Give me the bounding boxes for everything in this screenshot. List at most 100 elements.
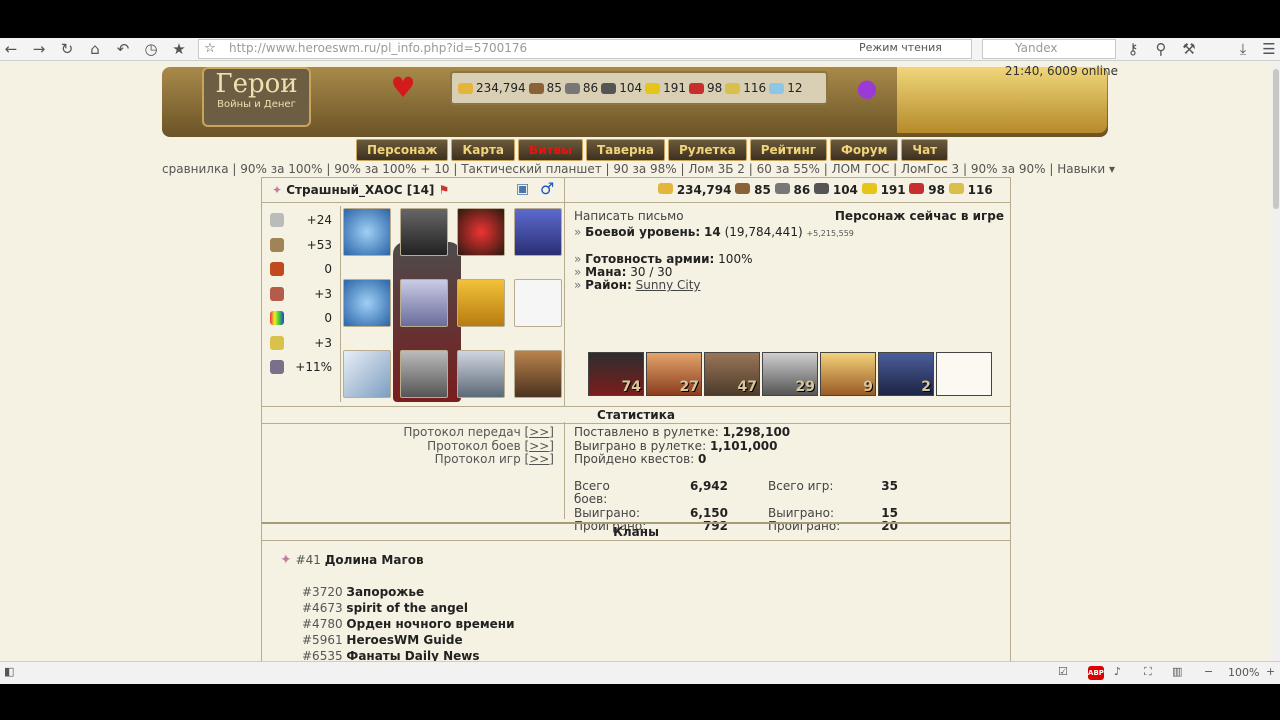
nav-forum[interactable]: Форум	[830, 139, 899, 161]
army-unit[interactable]: 9	[820, 352, 876, 396]
player-name[interactable]: Страшный_ХАОС	[286, 183, 402, 197]
scroll-thumb[interactable]	[1273, 69, 1279, 209]
boots-slot[interactable]	[400, 350, 448, 398]
undo-icon[interactable]: ↶	[114, 40, 132, 58]
quick-links[interactable]: сравнилка | 90% за 100% | 90% за 100% + …	[162, 162, 1122, 176]
nav-battles[interactable]: Битвы	[518, 139, 583, 161]
player-info: Написать письмо Персонаж сейчас в игре »…	[574, 210, 1004, 292]
scroll-icon[interactable]: ▣	[516, 181, 529, 197]
game-logo[interactable]: Герои Войны и Денег	[202, 67, 311, 127]
army-unit[interactable]: 2	[878, 352, 934, 396]
protocol-battles-link[interactable]: [>>]	[525, 439, 554, 453]
mount-slot[interactable]	[514, 350, 562, 398]
adblock-icon[interactable]: ABP	[1088, 666, 1104, 680]
army-unit[interactable]: 47	[704, 352, 760, 396]
logo-subtitle: Войны и Денег	[217, 99, 296, 110]
shield-slot[interactable]	[457, 350, 505, 398]
fullscreen-icon[interactable]: ⛶	[1144, 665, 1152, 679]
stat-row: +11%	[262, 355, 336, 380]
clan-item[interactable]: #4673 spirit of the angel	[302, 600, 514, 616]
clan-number: #4673	[302, 601, 343, 615]
game-header: Герои Войны и Денег ♥ ● 234,794 85 86 10…	[152, 61, 1118, 161]
zoom-level[interactable]: 100%	[1228, 666, 1259, 679]
nav-rating[interactable]: Рейтинг	[749, 139, 828, 161]
clan-item[interactable]: #4780 Орден ночного времени	[302, 616, 514, 632]
army-unit[interactable]: 27	[646, 352, 702, 396]
history-icon[interactable]: ◷	[142, 40, 160, 58]
mana-potion-icon[interactable]: ●	[850, 71, 884, 105]
clan-item[interactable]: #3720 Запорожье	[302, 584, 514, 600]
nav-character[interactable]: Персонаж	[356, 139, 449, 161]
empty-slot[interactable]	[514, 279, 562, 327]
sulfur-value: 191	[663, 81, 686, 95]
split-icon[interactable]: ▥	[1172, 665, 1182, 678]
morale-icon	[270, 335, 284, 350]
bookmarks-icon[interactable]: ★	[170, 40, 188, 58]
nav-roulette[interactable]: Рулетка	[668, 139, 747, 161]
protocol-games-link[interactable]: [>>]	[525, 452, 554, 466]
write-letter-link[interactable]: Написать письмо	[574, 210, 684, 223]
stat-row: +24	[262, 208, 336, 233]
games-total-label: Всего игр:	[768, 478, 834, 493]
nav-chat[interactable]: Чат	[901, 139, 949, 161]
key-icon[interactable]: ⚷	[1124, 40, 1142, 58]
mercury-value: 104	[619, 81, 643, 95]
logo-title: Герои	[215, 69, 298, 99]
army-unit-empty[interactable]	[936, 352, 992, 396]
stat-value: +53	[306, 237, 332, 252]
army-unit[interactable]: 29	[762, 352, 818, 396]
district-link[interactable]: Sunny City	[636, 278, 701, 292]
luck-icon	[270, 311, 284, 326]
weapon-slot[interactable]	[343, 350, 391, 398]
forward-icon[interactable]: →	[30, 40, 48, 58]
player-level: [14]	[406, 183, 435, 197]
protocol-transfers-label: Протокол передач	[403, 425, 521, 439]
cloak-slot[interactable]	[457, 279, 505, 327]
extension-icon[interactable]: ⚲	[1152, 40, 1170, 58]
main-clan[interactable]: ✦ #41 Долина Магов	[280, 552, 514, 568]
mana-value: 30 / 30	[630, 265, 673, 279]
armor-slot[interactable]	[400, 279, 448, 327]
clan-name: Фанаты Daily News	[346, 649, 480, 661]
ring2-slot[interactable]	[343, 279, 391, 327]
zoom-in-icon[interactable]: +	[1266, 665, 1275, 678]
ring-slot[interactable]	[343, 208, 391, 256]
sound-icon[interactable]: ♪	[1114, 665, 1121, 678]
nav-map[interactable]: Карта	[451, 139, 516, 161]
player-sulfur: 191	[880, 183, 906, 197]
check-icon[interactable]: ☑	[1058, 665, 1068, 678]
download-icon[interactable]: ⤓	[1234, 40, 1252, 58]
bookmark-star-icon[interactable]: ☆	[201, 40, 219, 58]
wood-value: 85	[546, 81, 562, 95]
bullet-icon: »	[574, 252, 582, 266]
protocol-transfers-link[interactable]: [>>]	[525, 425, 554, 439]
clan-item[interactable]: #5961 HeroesWM Guide	[302, 632, 514, 648]
address-bar[interactable]: ☆ http://www.heroeswm.ru/pl_info.php?id=…	[198, 39, 972, 59]
home-icon[interactable]: ⌂	[86, 40, 104, 58]
gold-icon	[658, 183, 673, 194]
sulfur-icon	[645, 82, 661, 94]
zoom-out-icon[interactable]: −	[1204, 665, 1213, 678]
bullet-icon: »	[574, 265, 582, 279]
unit-count: 9	[863, 379, 873, 395]
book-slot[interactable]	[514, 208, 562, 256]
reader-mode-button[interactable]: Режим чтения	[859, 41, 942, 54]
clan-item[interactable]: #6535 Фанаты Daily News	[302, 648, 514, 661]
clan-number: #6535	[302, 649, 343, 661]
helmet-slot[interactable]	[400, 208, 448, 256]
unit-count: 74	[621, 379, 641, 395]
menu-icon[interactable]: ☰	[1260, 40, 1278, 58]
reload-icon[interactable]: ↻	[58, 40, 76, 58]
heart-icon[interactable]: ♥	[386, 71, 420, 105]
amulet-slot[interactable]	[457, 208, 505, 256]
page-scrollbar[interactable]	[1272, 61, 1280, 661]
army-unit[interactable]: 74	[588, 352, 644, 396]
sidebar-toggle-icon[interactable]: ◧	[4, 665, 14, 678]
player-name-line: ✦ Страшный_ХАОС [14] ⚑	[272, 183, 449, 197]
search-input[interactable]: Yandex	[982, 39, 1116, 59]
back-icon[interactable]: ←	[2, 40, 20, 58]
player-topbar: ✦ Страшный_ХАОС [14] ⚑ ▣ ♂ 234,794 85 86…	[262, 178, 1010, 203]
clan-number: #3720	[302, 585, 343, 599]
nav-tavern[interactable]: Таверна	[586, 139, 665, 161]
toolbox-icon[interactable]: ⚒	[1180, 40, 1198, 58]
